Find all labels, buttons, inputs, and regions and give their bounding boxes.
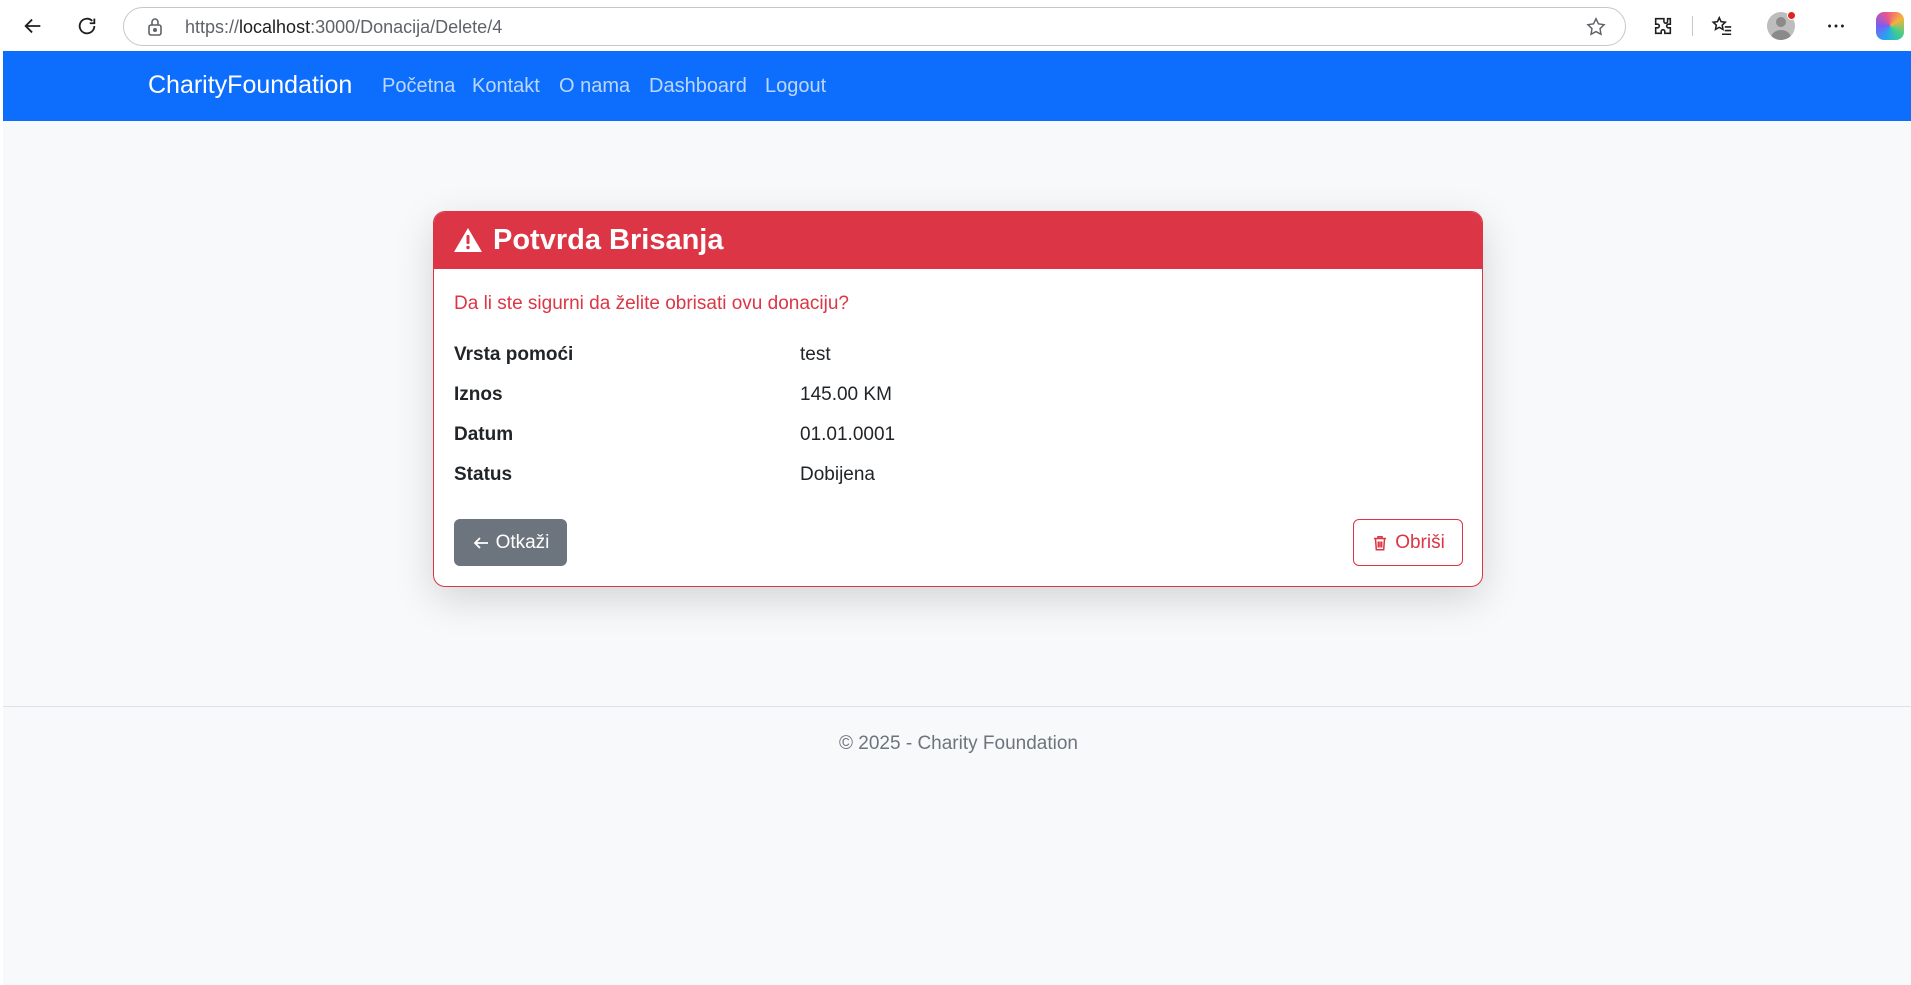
refresh-icon[interactable] bbox=[69, 8, 105, 44]
window-frame bbox=[0, 51, 3, 985]
extensions-icon[interactable] bbox=[1645, 8, 1681, 44]
footer-divider bbox=[3, 706, 1911, 707]
cancel-button[interactable]: Otkaži bbox=[454, 519, 567, 566]
footer-copyright: © 2025 - Charity Foundation bbox=[839, 733, 1078, 754]
cancel-button-label: Otkaži bbox=[495, 531, 550, 553]
navbar: CharityFoundation Početna Kontakt O nama… bbox=[3, 51, 1911, 121]
trash-icon bbox=[1374, 535, 1387, 550]
detail-term-datum: Datum bbox=[454, 424, 514, 445]
delete-button-label: Obriši bbox=[1395, 531, 1445, 553]
card-title: Potvrda Brisanja bbox=[493, 224, 724, 256]
arrow-left-icon bbox=[473, 536, 488, 549]
card-header: Potvrda Brisanja bbox=[434, 212, 1482, 269]
url-text[interactable]: https://localhost:3000/Donacija/Delete/4 bbox=[185, 17, 502, 38]
detail-term-vrsta-pomoci: Vrsta pomoći bbox=[454, 344, 574, 365]
nav-link-logout[interactable]: Logout bbox=[765, 75, 826, 98]
nav-link-pocetna[interactable]: Početna bbox=[382, 75, 455, 98]
confirmation-question: Da li ste sigurni da želite obrisati ovu… bbox=[454, 293, 849, 314]
lock-icon[interactable] bbox=[146, 17, 164, 37]
detail-term-iznos: Iznos bbox=[454, 384, 503, 405]
favorites-icon[interactable] bbox=[1704, 8, 1740, 44]
detail-term-status: Status bbox=[454, 464, 513, 485]
nav-link-dashboard[interactable]: Dashboard bbox=[649, 75, 747, 98]
delete-confirmation-card: Potvrda Brisanja Da li ste sigurni da že… bbox=[433, 211, 1483, 587]
copilot-icon[interactable] bbox=[1876, 12, 1904, 40]
back-icon[interactable] bbox=[15, 8, 51, 44]
brand-link[interactable]: CharityFoundation bbox=[148, 71, 352, 100]
detail-value-status: Dobijena bbox=[800, 464, 875, 485]
nav-link-kontakt[interactable]: Kontakt bbox=[472, 75, 540, 98]
detail-value-vrsta-pomoci: test bbox=[800, 344, 831, 365]
detail-value-iznos: 145.00 KM bbox=[800, 384, 892, 405]
address-bar[interactable]: https://localhost:3000/Donacija/Delete/4 bbox=[123, 7, 1626, 46]
more-menu-icon[interactable] bbox=[1818, 8, 1854, 44]
browser-toolbar: https://localhost:3000/Donacija/Delete/4 bbox=[0, 0, 1911, 51]
nav-link-o-nama[interactable]: O nama bbox=[559, 75, 630, 98]
warning-icon bbox=[454, 228, 482, 252]
favorite-star-icon[interactable] bbox=[1585, 16, 1607, 38]
notification-dot bbox=[1787, 11, 1796, 20]
delete-button[interactable]: Obriši bbox=[1353, 519, 1463, 566]
detail-value-datum: 01.01.0001 bbox=[800, 424, 896, 445]
toolbar-divider bbox=[1692, 16, 1693, 36]
